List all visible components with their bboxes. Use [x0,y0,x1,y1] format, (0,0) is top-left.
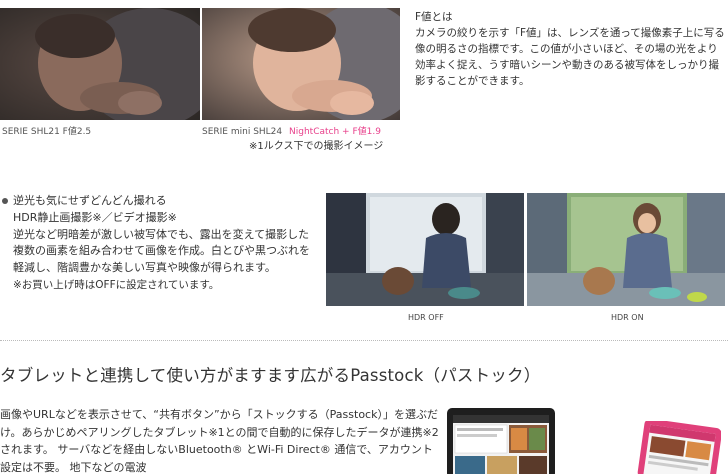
hdr-off-caption: HDR OFF [408,313,444,322]
phone-pink-image [637,418,722,474]
passtock-title: タブレットと連携して使い方がますます広がるPasstock（パストック） [0,366,541,385]
baby-photo-shl21 [0,8,200,120]
fvalue-section: F値とは カメラの絞りを示す「F値」は、レンズを通って撮像素子上に写る像の明るさ… [415,9,725,89]
fvalue-body: カメラの絞りを示す「F値」は、レンズを通って撮像素子上に写る像の明るさの指標です… [415,27,725,87]
bullet-icon [2,197,8,204]
baby-photo-shl24 [202,8,400,120]
hdr-off-photo [326,193,524,306]
hdr-note: ※お買い上げ時はOFFに設定されています。 [13,278,220,291]
caption-shl24-model: SERIE mini SHL24 [202,127,283,137]
hdr-subheading: HDR静止画撮影※／ビデオ撮影※ [13,210,177,224]
hdr-body: 逆光など明暗差が激しい被写体でも、露出を変えて撮影した複数の画素を組み合わせて画… [13,227,310,275]
hdr-on-caption: HDR ON [611,313,644,322]
hdr-on-photo [527,193,725,306]
fvalue-title: F値とは [415,11,453,23]
hdr-section: 逆光も気にせずどんどん撮れる HDR静止画撮影※／ビデオ撮影※ 逆光など明暗差が… [0,193,315,294]
passtock-body: 画像やURLなどを表示させて、“共有ボタン”から「ストックする（Passtock… [0,408,439,474]
caption-shl21: SERIE SHL21 F値2.5 [2,127,92,137]
caption-nightcatch: NightCatch + F値1.9 [289,127,381,137]
caption-lux-note: ※1ルクス下での撮影イメージ [249,141,384,152]
section-divider [0,340,728,341]
tablet-black-image [447,408,555,474]
hdr-heading: 逆光も気にせずどんどん撮れる [13,194,167,207]
caption-shl24: SERIE mini SHL24 NightCatch + F値1.9 [202,124,381,137]
